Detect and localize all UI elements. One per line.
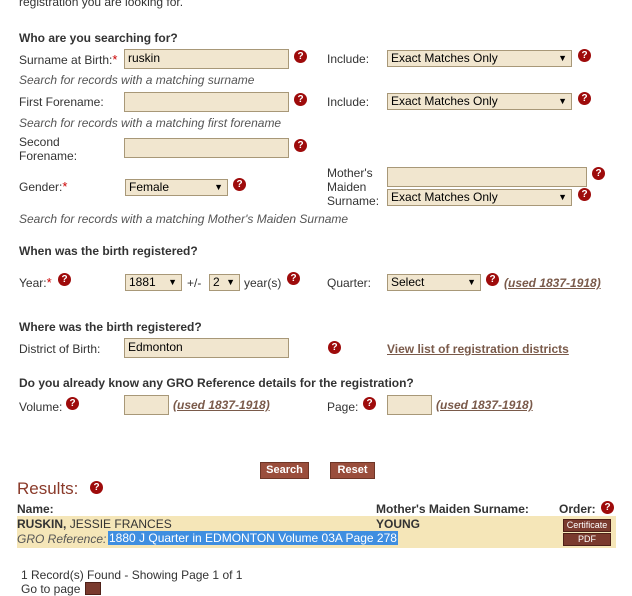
gro-heading: Do you already know any GRO Reference de… [19, 376, 414, 390]
required-star: * [112, 52, 118, 67]
goto-page: Go to page [21, 582, 101, 596]
help-icon[interactable]: ? [363, 397, 376, 410]
help-icon[interactable]: ? [578, 188, 591, 201]
chevron-down-icon: ▼ [558, 192, 567, 202]
gender-label: Gender:* [19, 179, 68, 195]
page-note-link[interactable]: (used 1837-1918) [436, 398, 533, 412]
year-label: Year:* [19, 275, 52, 291]
year-select[interactable]: 1881 ▼ [125, 274, 182, 291]
help-icon[interactable]: ? [601, 501, 614, 514]
pdf-button[interactable]: PDF [563, 533, 611, 546]
forename-include-label: Include: [327, 95, 370, 109]
quarter-label: Quarter: [327, 276, 372, 290]
gro-reference-value: 1880 J Quarter in EDMONTON Volume 03A Pa… [108, 531, 398, 545]
intro-text: registration you are looking for. [19, 0, 184, 9]
volume-label: Volume: [19, 400, 63, 414]
where-heading: Where was the birth registered? [19, 320, 202, 334]
quarter-note-link[interactable]: (used 1837-1918) [504, 276, 601, 290]
help-icon[interactable]: ? [66, 397, 79, 410]
volume-note-link[interactable]: (used 1837-1918) [173, 398, 270, 412]
district-input[interactable]: Edmonton [124, 338, 289, 358]
forename-input[interactable] [124, 92, 289, 112]
help-icon[interactable]: ? [90, 481, 103, 494]
forename-hint: Search for records with a matching first… [19, 116, 282, 130]
help-icon[interactable]: ? [287, 272, 300, 285]
records-count: 1 Record(s) Found - Showing Page 1 of 1 [21, 568, 243, 582]
col-mmn-header: Mother's Maiden Surname: [376, 502, 529, 516]
mmn-include-select[interactable]: Exact Matches Only ▼ [387, 189, 572, 206]
forename-include-select[interactable]: Exact Matches Only ▼ [387, 93, 572, 110]
chevron-down-icon: ▼ [558, 96, 567, 106]
result-mmn: YOUNG [376, 517, 421, 531]
chevron-down-icon: ▼ [226, 277, 235, 287]
plusminus-label: +/- [187, 276, 202, 290]
mmn-input[interactable] [387, 167, 587, 187]
who-heading: Who are you searching for? [19, 31, 178, 45]
help-icon[interactable]: ? [58, 273, 71, 286]
surname-include-label: Include: [327, 52, 370, 66]
help-icon[interactable]: ? [233, 178, 246, 191]
view-districts-link[interactable]: View list of registration districts [387, 342, 569, 356]
years-label: year(s) [244, 276, 282, 290]
required-star: * [46, 275, 52, 290]
second-forename-label: Second Forename: [19, 135, 78, 163]
mmn-hint: Search for records with a matching Mothe… [19, 212, 349, 226]
help-icon[interactable]: ? [294, 139, 307, 152]
chevron-down-icon: ▼ [467, 277, 476, 287]
surname-include-select[interactable]: Exact Matches Only ▼ [387, 50, 572, 67]
help-icon[interactable]: ? [294, 50, 307, 63]
volume-input[interactable] [124, 395, 169, 415]
results-title: Results: [17, 479, 79, 498]
forename-label: First Forename: [19, 95, 104, 109]
help-icon[interactable]: ? [592, 167, 605, 180]
second-forename-input[interactable] [124, 138, 289, 158]
page-label: Page: [327, 400, 359, 414]
chevron-down-icon: ▼ [214, 182, 223, 192]
help-icon[interactable]: ? [328, 341, 341, 354]
district-label: District of Birth: [19, 342, 101, 356]
chevron-down-icon: ▼ [168, 277, 177, 287]
page-input[interactable] [387, 395, 432, 415]
certificate-button[interactable]: Certificate [563, 519, 611, 532]
help-icon[interactable]: ? [294, 93, 307, 106]
surname-label: Surname at Birth:* [19, 52, 118, 68]
help-icon[interactable]: ? [578, 49, 591, 62]
gro-reference-label: GRO Reference: [17, 532, 107, 546]
range-select[interactable]: 2 ▼ [209, 274, 240, 291]
required-star: * [62, 179, 68, 194]
surname-hint: Search for records with a matching surna… [19, 73, 255, 87]
col-name-header: Name: [17, 502, 54, 516]
search-button[interactable]: Search [260, 462, 309, 479]
when-heading: When was the birth registered? [19, 244, 198, 258]
gender-select[interactable]: Female ▼ [125, 179, 228, 196]
quarter-select[interactable]: Select ▼ [387, 274, 481, 291]
chevron-down-icon: ▼ [558, 53, 567, 63]
col-order-header: Order: [559, 502, 596, 516]
mmn-label: Mother's Maiden Surname: [327, 166, 380, 208]
reset-button[interactable]: Reset [330, 462, 375, 479]
help-icon[interactable]: ? [486, 273, 499, 286]
goto-page-button[interactable] [85, 582, 101, 595]
help-icon[interactable]: ? [578, 92, 591, 105]
result-name: RUSKIN, JESSIE FRANCES [17, 517, 172, 531]
surname-input[interactable]: ruskin [124, 49, 289, 69]
